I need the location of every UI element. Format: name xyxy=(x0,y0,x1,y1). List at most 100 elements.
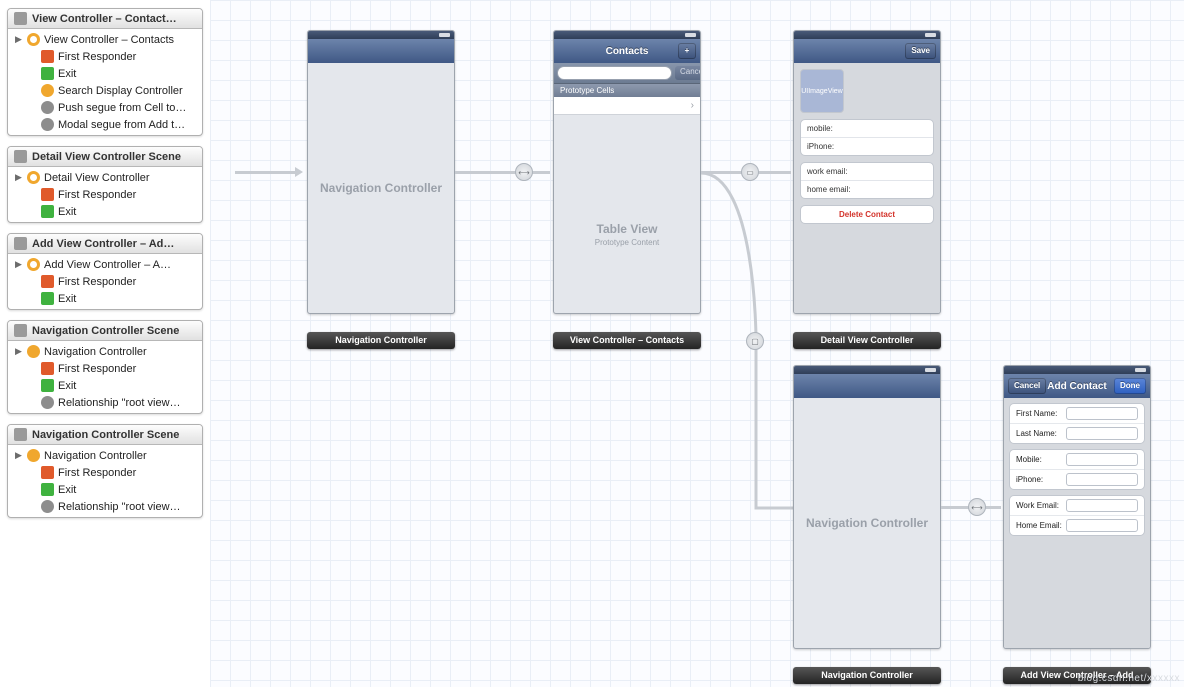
row-label: Exit xyxy=(58,484,76,496)
outline-row[interactable]: Modal segue from Add t… xyxy=(8,116,202,133)
table-view-label: Table View xyxy=(597,222,658,236)
outline-row[interactable]: Relationship "root view… xyxy=(8,394,202,411)
nav-title: Contacts xyxy=(606,46,649,57)
cancel-button[interactable]: Cancel xyxy=(1008,378,1046,394)
text-input[interactable] xyxy=(1066,473,1138,486)
scene-detail[interactable]: Save UIImageView mobile: iPhone: work em… xyxy=(793,30,941,314)
table-cell[interactable]: › xyxy=(554,97,700,115)
disclosure-chevron-icon: › xyxy=(691,100,694,111)
outline-row[interactable]: Exit xyxy=(8,65,202,82)
search-bar[interactable]: Cancel xyxy=(554,63,700,84)
outline-row[interactable]: First Responder xyxy=(8,273,202,290)
text-input[interactable] xyxy=(1066,519,1138,532)
scene-header[interactable]: View Controller – Contact… xyxy=(8,9,202,29)
outline-row[interactable]: ▶Navigation Controller xyxy=(8,343,202,360)
placeholder-label: Navigation Controller xyxy=(806,516,928,530)
work-email-field[interactable]: Work Email: xyxy=(1010,496,1144,516)
storyboard-canvas[interactable]: Navigation Controller Navigation Control… xyxy=(210,0,1184,687)
row-label: Modal segue from Add t… xyxy=(58,119,185,131)
outline-row[interactable]: Exit xyxy=(8,290,202,307)
text-input[interactable] xyxy=(1066,499,1138,512)
outline-row[interactable]: Search Display Controller xyxy=(8,82,202,99)
home-email-field[interactable]: Home Email: xyxy=(1010,516,1144,535)
outline-row[interactable]: Relationship "root view… xyxy=(8,498,202,515)
scene-header[interactable]: Navigation Controller Scene xyxy=(8,321,202,341)
outline-row[interactable]: ▶View Controller – Contacts xyxy=(8,31,202,48)
scene-caption[interactable]: Navigation Controller xyxy=(793,667,941,684)
battery-icon xyxy=(925,368,936,372)
text-input[interactable] xyxy=(1066,427,1138,440)
last-name-field[interactable]: Last Name: xyxy=(1010,424,1144,443)
search-input[interactable] xyxy=(557,66,672,80)
scene-contacts[interactable]: Contacts + Cancel Prototype Cells › Tabl… xyxy=(553,30,701,314)
segue-connector[interactable] xyxy=(455,171,550,174)
first-name-field[interactable]: First Name: xyxy=(1010,404,1144,424)
scene-navigation-controller[interactable]: Navigation Controller Navigation Control… xyxy=(307,30,455,314)
row-label: Search Display Controller xyxy=(58,85,183,97)
home-email-field[interactable]: home email: xyxy=(801,181,933,198)
scene-header[interactable]: Navigation Controller Scene xyxy=(8,425,202,445)
text-input[interactable] xyxy=(1066,407,1138,420)
outline-row[interactable]: First Responder xyxy=(8,186,202,203)
disclosure-triangle-icon[interactable]: ▶ xyxy=(14,259,23,270)
delete-group: Delete Contact xyxy=(800,205,934,224)
row-label: Relationship "root view… xyxy=(58,397,181,409)
navigation-bar[interactable] xyxy=(308,39,454,63)
segue-relationship-icon[interactable]: ⟷ xyxy=(515,163,533,181)
outline-row[interactable]: Exit xyxy=(8,203,202,220)
scene-caption[interactable]: View Controller – Contacts xyxy=(553,332,701,349)
outline-row[interactable]: First Responder xyxy=(8,360,202,377)
navigation-controller-icon xyxy=(27,345,40,358)
exit-icon xyxy=(41,379,54,392)
delete-contact-button[interactable]: Delete Contact xyxy=(801,206,933,223)
image-view[interactable]: UIImageView xyxy=(800,69,844,113)
navigation-bar[interactable]: Contacts + xyxy=(554,39,700,63)
outline-row[interactable]: First Responder xyxy=(8,464,202,481)
segue-relationship-icon[interactable]: ⟷ xyxy=(968,498,986,516)
scene-header[interactable]: Add View Controller – Ad… xyxy=(8,234,202,254)
iphone-field[interactable]: iPhone: xyxy=(801,138,933,155)
outline-row[interactable]: ▶ Navigation Controller xyxy=(8,447,202,464)
outline-row[interactable]: First Responder xyxy=(8,48,202,65)
outline-row[interactable]: Exit xyxy=(8,481,202,498)
search-cancel-button[interactable]: Cancel xyxy=(675,66,701,80)
table-view-sublabel: Prototype Content xyxy=(595,238,659,247)
first-responder-icon xyxy=(41,362,54,375)
row-label: Detail View Controller xyxy=(44,172,150,184)
outline-row[interactable]: Push segue from Cell to… xyxy=(8,99,202,116)
storyboard-icon xyxy=(14,237,27,250)
arrowhead-icon xyxy=(295,167,303,177)
segue-icon xyxy=(41,118,54,131)
segue-icon xyxy=(41,101,54,114)
done-button[interactable]: Done xyxy=(1114,378,1146,394)
segue-modal-icon[interactable]: ▢ xyxy=(746,332,764,350)
view-controller-icon xyxy=(27,258,40,271)
scene-caption[interactable]: Navigation Controller xyxy=(307,332,455,349)
mobile-field[interactable]: mobile: xyxy=(801,120,933,138)
outline-row[interactable]: ▶Add View Controller – A… xyxy=(8,256,202,273)
exit-icon xyxy=(41,67,54,80)
work-email-field[interactable]: work email: xyxy=(801,163,933,181)
mobile-field[interactable]: Mobile: xyxy=(1010,450,1144,470)
disclosure-triangle-icon[interactable]: ▶ xyxy=(14,450,23,461)
navigation-bar[interactable]: Save xyxy=(794,39,940,63)
navigation-bar[interactable]: Cancel Add Contact Done xyxy=(1004,374,1150,398)
outline-row[interactable]: Exit xyxy=(8,377,202,394)
outline-row[interactable]: ▶ Detail View Controller xyxy=(8,169,202,186)
row-label: Navigation Controller xyxy=(44,450,147,462)
save-button[interactable]: Save xyxy=(905,43,936,59)
storyboard-icon xyxy=(14,12,27,25)
disclosure-triangle-icon[interactable]: ▶ xyxy=(14,34,23,45)
relationship-icon xyxy=(41,396,54,409)
scene-navigation-controller[interactable]: Navigation Controller Navigation Control… xyxy=(793,365,941,649)
navigation-bar[interactable] xyxy=(794,374,940,398)
disclosure-triangle-icon[interactable]: ▶ xyxy=(14,172,23,183)
scene-caption[interactable]: Detail View Controller xyxy=(793,332,941,349)
add-button[interactable]: + xyxy=(678,43,696,59)
disclosure-triangle-icon[interactable]: ▶ xyxy=(14,346,23,357)
storyboard-icon xyxy=(14,428,27,441)
iphone-field[interactable]: iPhone: xyxy=(1010,470,1144,489)
text-input[interactable] xyxy=(1066,453,1138,466)
scene-header[interactable]: Detail View Controller Scene xyxy=(8,147,202,167)
scene-add-contact[interactable]: Cancel Add Contact Done First Name: Last… xyxy=(1003,365,1151,649)
